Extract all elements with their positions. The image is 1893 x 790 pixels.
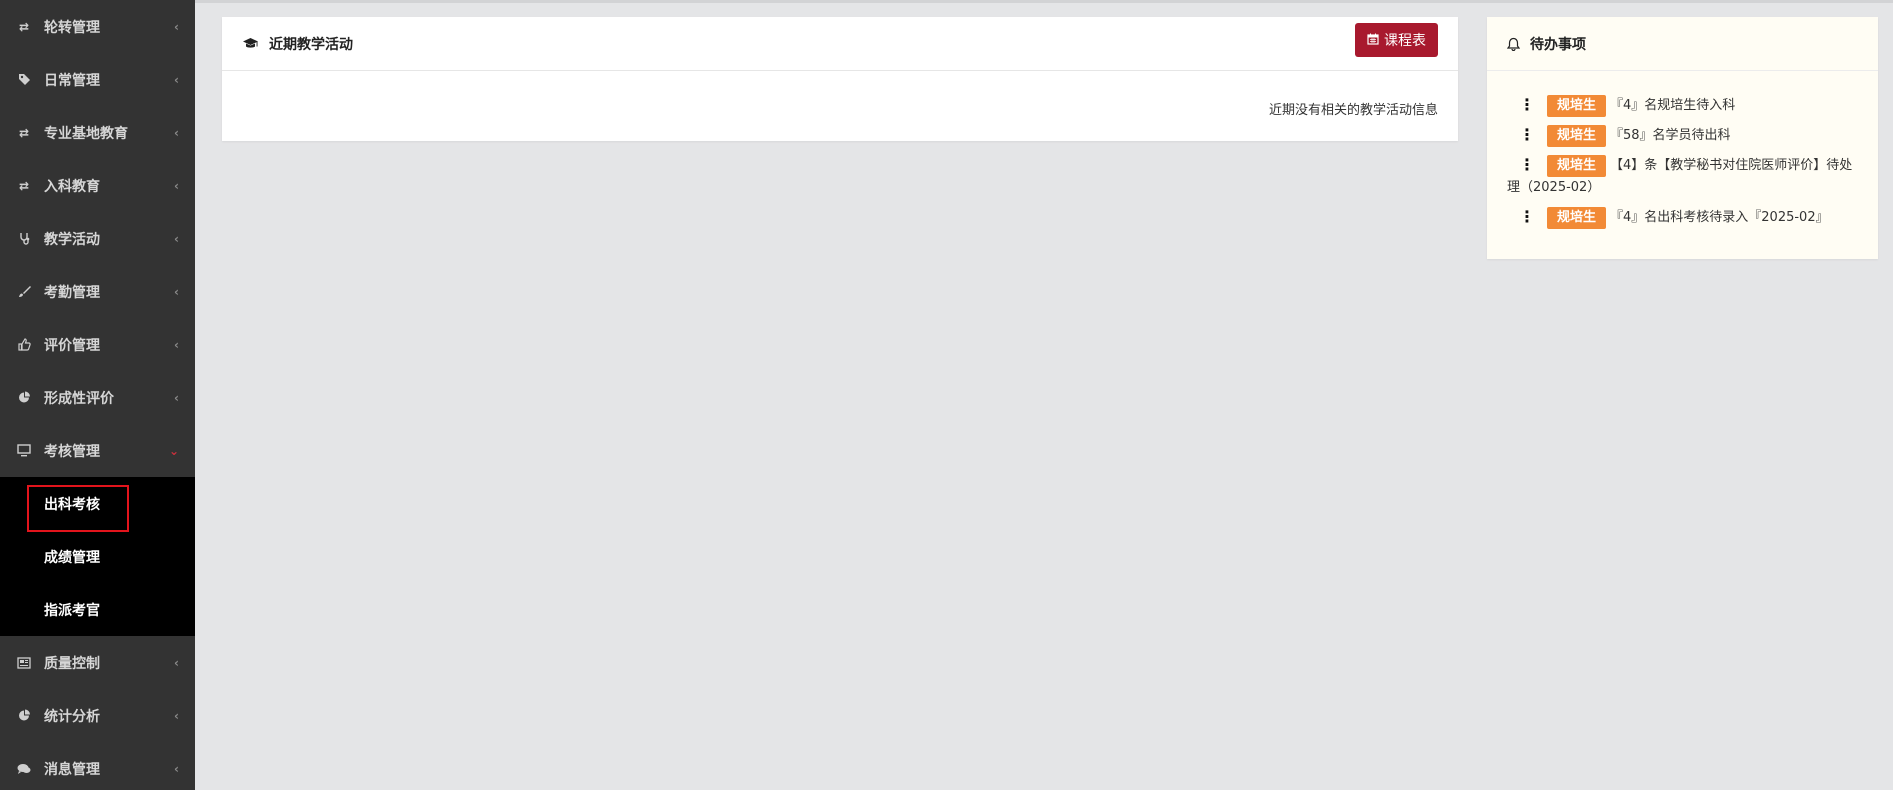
sidebar-item-label: 统计分析: [44, 708, 100, 725]
schedule-button-label: 课程表: [1384, 33, 1426, 49]
recent-activity-panel: 近期教学活动 课程表 近期没有相关的教学活动信息: [222, 17, 1458, 141]
sidebar-item-teaching[interactable]: 教学活动 ‹: [0, 212, 195, 265]
submenu-item-assign-examiner[interactable]: 指派考官: [0, 583, 195, 636]
chevron-left-icon: ‹: [174, 72, 179, 87]
sidebar-item-label: 形成性评价: [44, 390, 114, 407]
stethoscope-icon: [16, 231, 32, 247]
trainee-tag: 规培生: [1547, 207, 1607, 229]
todo-item-text: 『4』名出科考核待录入『2025-02』: [1610, 210, 1829, 225]
ellipsis-vertical-icon[interactable]: ⋮: [1519, 125, 1535, 145]
sidebar-item-label: 考核管理: [44, 443, 100, 460]
ellipsis-vertical-icon[interactable]: ⋮: [1519, 95, 1535, 115]
submenu-item-label: 出科考核: [44, 496, 100, 513]
sidebar-item-label: 日常管理: [44, 72, 100, 89]
chevron-left-icon: ‹: [174, 19, 179, 34]
todo-item-text: 『4』名规培生待入科: [1610, 98, 1736, 113]
newspaper-icon: [16, 655, 32, 671]
todo-panel: 待办事项 ⋮ 规培生 『4』名规培生待入科 ⋮ 规培生 『58』名学员待出科 ⋮ 规…: [1487, 17, 1878, 259]
submenu-item-label: 成绩管理: [44, 549, 100, 566]
sidebar-item-rotation[interactable]: ⇄ 轮转管理 ‹: [0, 0, 195, 53]
trainee-tag: 规培生: [1547, 125, 1607, 147]
sidebar-item-statistics[interactable]: 统计分析 ‹: [0, 689, 195, 742]
trainee-tag: 规培生: [1547, 95, 1607, 117]
chevron-left-icon: ‹: [174, 761, 179, 776]
sidebar-item-label: 消息管理: [44, 761, 100, 778]
sidebar-item-messages[interactable]: 消息管理 ‹: [0, 742, 195, 790]
todo-item[interactable]: ⋮ 规培生 【4】条【教学秘书对住院医师评价】待处理（2025-02）: [1507, 155, 1858, 199]
calendar-icon: [1367, 33, 1379, 48]
sidebar-item-label: 教学活动: [44, 231, 100, 248]
thumbs-up-icon: [16, 337, 32, 353]
submenu-item-label: 指派考官: [44, 602, 100, 619]
sidebar-item-evaluation[interactable]: 评价管理 ‹: [0, 318, 195, 371]
retweet-icon: ⇄: [18, 19, 30, 34]
chevron-left-icon: ‹: [174, 178, 179, 193]
top-strip: [195, 0, 1893, 3]
chevron-left-icon: ‹: [174, 231, 179, 246]
sidebar-item-label: 评价管理: [44, 337, 100, 354]
sidebar-item-label: 入科教育: [44, 178, 100, 195]
chevron-left-icon: ‹: [174, 337, 179, 352]
submenu-item-exit-assessment[interactable]: 出科考核: [0, 477, 195, 532]
bell-icon: [1507, 37, 1520, 51]
todo-item[interactable]: ⋮ 规培生 『4』名出科考核待录入『2025-02』: [1507, 207, 1858, 229]
sidebar-item-base-education[interactable]: ⇄ 专业基地教育 ‹: [0, 106, 195, 159]
activity-panel-header: 近期教学活动 课程表: [222, 17, 1458, 71]
todo-panel-title: 待办事项: [1530, 36, 1586, 53]
ellipsis-vertical-icon[interactable]: ⋮: [1519, 207, 1535, 227]
ellipsis-vertical-icon[interactable]: ⋮: [1519, 155, 1535, 175]
sidebar: ⇄ 轮转管理 ‹ 日常管理 ‹ ⇄ 专业基地教育 ‹ ⇄ 入科教育 ‹ 教学活动…: [0, 0, 195, 790]
retweet-icon: ⇄: [18, 178, 30, 193]
desktop-icon: [16, 443, 32, 459]
assessment-submenu: 出科考核 成绩管理 指派考官: [0, 477, 195, 636]
todo-panel-header: 待办事项: [1487, 17, 1878, 71]
sidebar-item-attendance[interactable]: 考勤管理 ‹: [0, 265, 195, 318]
sidebar-item-label: 考勤管理: [44, 284, 100, 301]
chevron-left-icon: ‹: [174, 125, 179, 140]
pie-chart-icon: [16, 708, 32, 724]
sidebar-item-label: 专业基地教育: [44, 125, 128, 142]
todo-item-text: 『58』名学员待出科: [1610, 128, 1731, 143]
todo-item[interactable]: ⋮ 规培生 『58』名学员待出科: [1507, 125, 1858, 147]
chevron-left-icon: ‹: [174, 708, 179, 723]
sidebar-item-daily[interactable]: 日常管理 ‹: [0, 53, 195, 106]
trainee-tag: 规培生: [1547, 155, 1607, 177]
sidebar-item-label: 轮转管理: [44, 19, 100, 36]
activity-empty-message: 近期没有相关的教学活动信息: [1268, 103, 1438, 118]
sidebar-item-entry-education[interactable]: ⇄ 入科教育 ‹: [0, 159, 195, 212]
chevron-left-icon: ‹: [174, 655, 179, 670]
graduation-cap-icon: [242, 37, 259, 50]
sidebar-item-quality-control[interactable]: 质量控制 ‹: [0, 636, 195, 689]
todo-list: ⋮ 规培生 『4』名规培生待入科 ⋮ 规培生 『58』名学员待出科 ⋮ 规培生 【4】…: [1487, 71, 1878, 229]
retweet-icon: ⇄: [18, 125, 30, 140]
tag-icon: [16, 72, 32, 88]
comments-icon: [16, 761, 32, 777]
sidebar-item-label: 质量控制: [44, 655, 100, 672]
brush-icon: [16, 284, 32, 300]
submenu-item-score-management[interactable]: 成绩管理: [0, 530, 195, 583]
chevron-down-icon: ⌄: [168, 443, 179, 458]
activity-panel-title: 近期教学活动: [269, 36, 353, 53]
pie-chart-icon: [16, 390, 32, 406]
sidebar-item-formative-evaluation[interactable]: 形成性评价 ‹: [0, 371, 195, 424]
chevron-left-icon: ‹: [174, 390, 179, 405]
schedule-button[interactable]: 课程表: [1355, 23, 1438, 57]
sidebar-item-assessment[interactable]: 考核管理 ⌄: [0, 424, 195, 477]
todo-item[interactable]: ⋮ 规培生 『4』名规培生待入科: [1507, 95, 1858, 117]
chevron-left-icon: ‹: [174, 284, 179, 299]
